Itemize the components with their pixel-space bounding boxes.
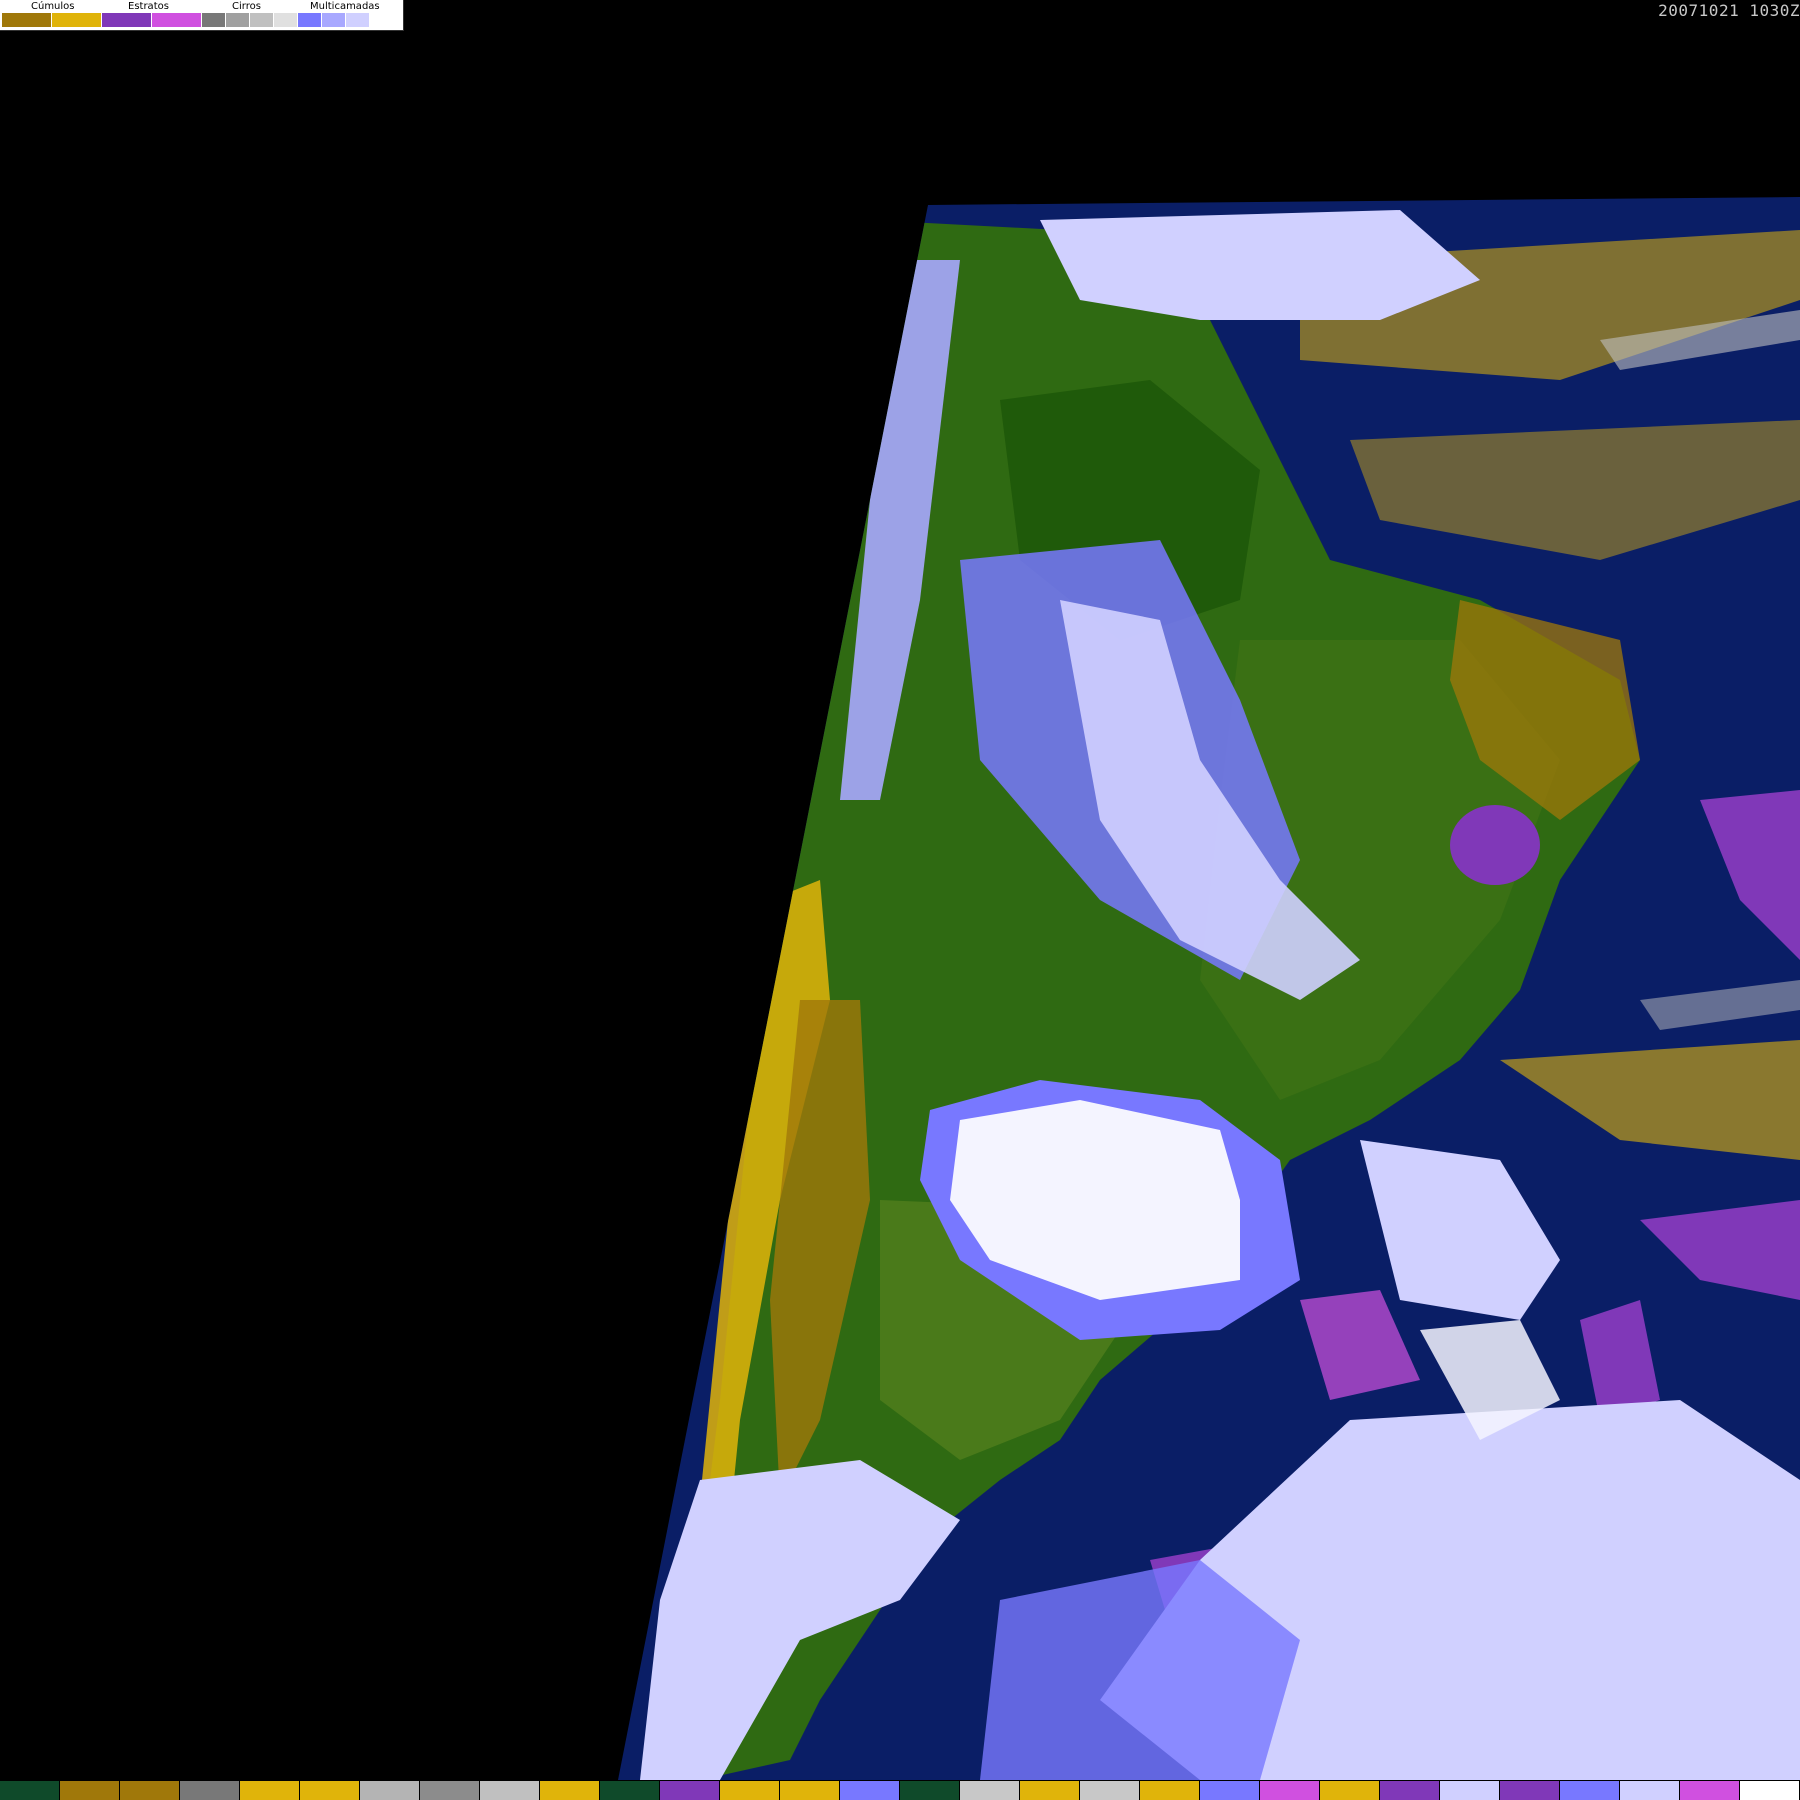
- color-strip-cell: [1740, 1781, 1800, 1800]
- legend-swatch: [102, 13, 152, 27]
- color-strip-cell: [1260, 1781, 1320, 1800]
- color-strip-cell: [1380, 1781, 1440, 1800]
- color-strip-cell: [720, 1781, 780, 1800]
- satellite-cloud-map: [618, 197, 1800, 1780]
- legend-label-0: Cúmulos: [31, 1, 75, 12]
- color-strip-cell: [1140, 1781, 1200, 1800]
- legend-swatch: [346, 13, 370, 27]
- color-strip-cell: [120, 1781, 180, 1800]
- color-strip-cell: [1020, 1781, 1080, 1800]
- color-strip-cell: [240, 1781, 300, 1800]
- color-strip-cell: [180, 1781, 240, 1800]
- color-strip-cell: [840, 1781, 900, 1800]
- legend-label-1: Estratos: [128, 1, 169, 12]
- legend-swatch: [152, 13, 202, 27]
- legend-swatch: [274, 13, 298, 27]
- color-strip-cell: [1440, 1781, 1500, 1800]
- multilayer-north: [1040, 210, 1480, 320]
- color-strip-cell: [960, 1781, 1020, 1800]
- color-strip-cell: [1620, 1781, 1680, 1800]
- color-strip-cell: [1080, 1781, 1140, 1800]
- legend-swatch-row: [2, 13, 394, 27]
- color-strip-cell: [1500, 1781, 1560, 1800]
- legend-swatch: [2, 13, 52, 27]
- legend-swatch: [226, 13, 250, 27]
- color-strip-cell: [1320, 1781, 1380, 1800]
- color-strip-cell: [780, 1781, 840, 1800]
- stratus-patch-northeast: [1450, 805, 1540, 885]
- color-strip-cell: [60, 1781, 120, 1800]
- legend-swatch: [370, 13, 394, 27]
- color-strip-cell: [480, 1781, 540, 1800]
- color-strip-cell: [360, 1781, 420, 1800]
- legend-swatch: [202, 13, 226, 27]
- legend-swatch: [298, 13, 322, 27]
- color-strip-cell: [600, 1781, 660, 1800]
- color-strip-cell: [1680, 1781, 1740, 1800]
- legend-label-2: Cirros: [232, 1, 261, 12]
- color-strip-cell: [1200, 1781, 1260, 1800]
- color-strip-cell: [900, 1781, 960, 1800]
- legend-swatch: [322, 13, 346, 27]
- color-strip-cell: [0, 1781, 60, 1800]
- image-timestamp: 20071021 1030Z: [1658, 1, 1800, 20]
- legend-swatch: [52, 13, 102, 27]
- cloud-type-legend: Cúmulos Estratos Cirros Multicamadas: [0, 0, 404, 31]
- color-strip-cell: [660, 1781, 720, 1800]
- legend-label-3: Multicamadas: [310, 1, 380, 12]
- color-strip-cell: [540, 1781, 600, 1800]
- color-strip-cell: [1560, 1781, 1620, 1800]
- legend-swatch: [250, 13, 274, 27]
- color-strip-cell: [420, 1781, 480, 1800]
- color-strip-cell: [300, 1781, 360, 1800]
- color-strip-bar: [0, 1781, 1800, 1800]
